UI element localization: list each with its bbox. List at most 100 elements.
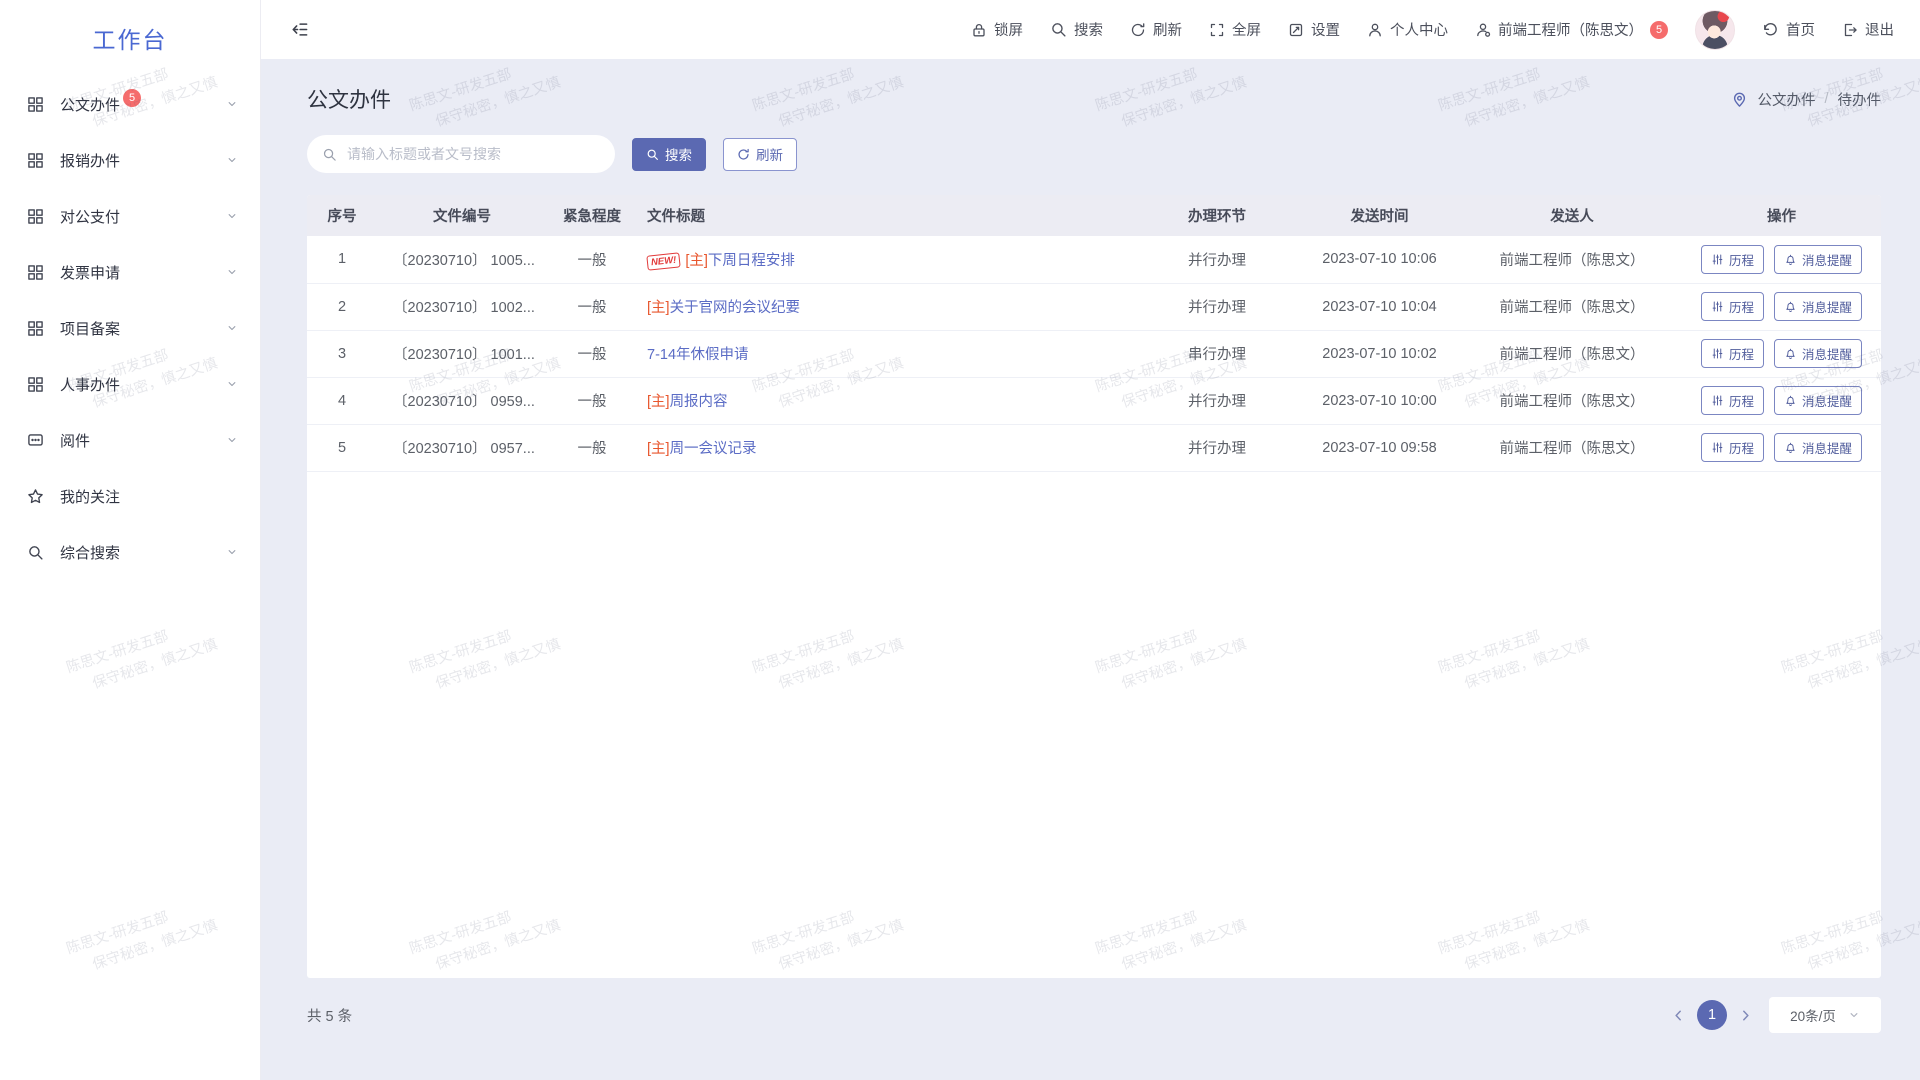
- topbar-refresh[interactable]: 刷新: [1130, 19, 1182, 40]
- bell-icon: [1784, 441, 1797, 454]
- cell-actions: 历程消息提醒: [1682, 377, 1881, 424]
- sidebar-item-label: 报销办件: [60, 150, 120, 171]
- cell-send-time: 2023-07-10 10:04: [1297, 283, 1462, 330]
- bell-icon: [1784, 394, 1797, 407]
- grid-icon: [27, 95, 45, 113]
- document-title-link[interactable]: 周报内容: [670, 394, 728, 410]
- topbar-profile[interactable]: 个人中心: [1367, 19, 1448, 40]
- sliders-icon: [1711, 300, 1724, 313]
- sidebar-item-9[interactable]: 综合搜索: [0, 524, 260, 580]
- notify-button[interactable]: 消息提醒: [1774, 292, 1862, 321]
- undo-arrow-icon: [1762, 21, 1779, 38]
- search-icon: [322, 147, 337, 162]
- topbar-search-label: 搜索: [1074, 19, 1103, 40]
- cell-title: [主]关于官网的会议纪要: [637, 283, 1137, 330]
- sidebar-item-label: 阅件: [60, 430, 90, 451]
- cell-file-no: 〔20230710〕 1002...: [377, 283, 547, 330]
- cell-index: 4: [307, 377, 377, 424]
- column-header: 操作: [1682, 195, 1881, 236]
- grid-icon: [27, 207, 45, 225]
- document-title-link[interactable]: 7-14年休假申请: [647, 347, 749, 363]
- column-header: 办理环节: [1137, 195, 1297, 236]
- column-header: 文件标题: [637, 195, 1137, 236]
- history-button[interactable]: 历程: [1701, 386, 1764, 415]
- main-doc-tag: [主]: [685, 253, 708, 269]
- topbar-fullscreen-label: 全屏: [1232, 19, 1261, 40]
- history-button[interactable]: 历程: [1701, 245, 1764, 274]
- cell-actions: 历程 消息提醒: [1682, 236, 1881, 283]
- topbar-search[interactable]: 搜索: [1050, 19, 1103, 40]
- main-column: 锁屏搜索刷新全屏设置个人中心前端工程师（陈思文）5首页退出 公文办件 公文办件 …: [261, 0, 1920, 1080]
- sidebar-nav: 公文办件5 报销办件对公支付发票申请项目备案人事办件阅件我的关注综合搜索: [0, 76, 260, 580]
- cell-file-no: 〔20230710〕 1001...: [377, 330, 547, 377]
- cell-title: [主]周一会议记录: [637, 424, 1137, 471]
- topbar-fullscreen[interactable]: 全屏: [1209, 19, 1261, 40]
- edit-square-icon: [1288, 22, 1304, 38]
- sliders-icon: [1711, 441, 1724, 454]
- collapse-sidebar-icon[interactable]: [290, 20, 309, 39]
- column-header: 紧急程度: [547, 195, 637, 236]
- sidebar-item-6[interactable]: 人事办件: [0, 356, 260, 412]
- document-title-link[interactable]: 关于官网的会议纪要: [670, 300, 801, 316]
- topbar-current-user[interactable]: 前端工程师（陈思文）5: [1475, 19, 1668, 40]
- table-row: 5〔20230710〕 0957...一般[主]周一会议记录并行办理2023-0…: [307, 424, 1881, 471]
- search-button[interactable]: 搜索: [632, 138, 706, 171]
- table-row: 2〔20230710〕 1002...一般[主]关于官网的会议纪要并行办理202…: [307, 283, 1881, 330]
- history-button[interactable]: 历程: [1701, 433, 1764, 462]
- sidebar-item-1[interactable]: 公文办件5: [0, 76, 260, 132]
- page-size-select[interactable]: 20条/页: [1769, 997, 1881, 1033]
- sidebar-item-4[interactable]: 发票申请: [0, 244, 260, 300]
- topbar-logout[interactable]: 退出: [1842, 19, 1894, 40]
- history-button-label: 历程: [1729, 297, 1754, 316]
- sidebar-item-5[interactable]: 项目备案: [0, 300, 260, 356]
- page-number[interactable]: 1: [1697, 1000, 1727, 1030]
- main-doc-tag: [主]: [647, 300, 670, 316]
- cell-index: 1: [307, 236, 377, 283]
- cell-send-time: 2023-07-10 10:02: [1297, 330, 1462, 377]
- sliders-icon: [1711, 253, 1724, 266]
- sidebar-item-7[interactable]: 阅件: [0, 412, 260, 468]
- app-root: 工作台 公文办件5报销办件对公支付发票申请项目备案人事办件阅件我的关注综合搜索 …: [0, 0, 1920, 1080]
- sidebar-item-3[interactable]: 对公支付: [0, 188, 260, 244]
- notify-button[interactable]: 消息提醒: [1774, 339, 1862, 368]
- total-count: 共 5 条: [307, 1005, 352, 1026]
- refresh-icon: [1130, 22, 1146, 38]
- cell-step: 串行办理: [1137, 330, 1297, 377]
- topbar-settings[interactable]: 设置: [1288, 19, 1340, 40]
- column-header: 序号: [307, 195, 377, 236]
- document-title-link[interactable]: 下周日程安排: [708, 253, 795, 269]
- sliders-icon: [1711, 347, 1724, 360]
- user-avatar[interactable]: [1695, 10, 1735, 50]
- logout-icon: [1842, 22, 1858, 38]
- notify-button[interactable]: 消息提醒: [1774, 245, 1862, 274]
- notify-button[interactable]: 消息提醒: [1774, 433, 1862, 462]
- breadcrumb-separator: /: [1824, 91, 1828, 107]
- sidebar-item-label: 公文办件: [60, 94, 120, 115]
- notify-button-label: 消息提醒: [1802, 438, 1852, 457]
- lock-icon: [971, 22, 987, 38]
- notify-button[interactable]: 消息提醒: [1774, 386, 1862, 415]
- notify-button-label: 消息提醒: [1802, 344, 1852, 363]
- topbar-lock-screen[interactable]: 锁屏: [971, 19, 1023, 40]
- bell-icon: [1784, 253, 1797, 266]
- breadcrumb-root[interactable]: 公文办件: [1757, 89, 1815, 110]
- grid-icon: [27, 319, 45, 337]
- page-title: 公文办件: [307, 84, 391, 114]
- refresh-button[interactable]: 刷新: [723, 138, 797, 171]
- prev-page-icon[interactable]: [1671, 1008, 1686, 1023]
- search-input[interactable]: [345, 145, 600, 163]
- next-page-icon[interactable]: [1738, 1008, 1753, 1023]
- sidebar-item-8[interactable]: 我的关注: [0, 468, 260, 524]
- history-button[interactable]: 历程: [1701, 339, 1764, 368]
- notify-button-label: 消息提醒: [1802, 250, 1852, 269]
- history-button[interactable]: 历程: [1701, 292, 1764, 321]
- topbar-settings-label: 设置: [1311, 19, 1340, 40]
- chevron-down-icon: [226, 322, 238, 334]
- cell-step: 并行办理: [1137, 424, 1297, 471]
- sidebar-item-2[interactable]: 报销办件: [0, 132, 260, 188]
- main-doc-tag: [主]: [647, 441, 670, 457]
- document-title-link[interactable]: 周一会议记录: [670, 441, 757, 457]
- table-row: 1〔20230710〕 1005...一般NEW![主]下周日程安排并行办理20…: [307, 236, 1881, 283]
- notify-button-label: 消息提醒: [1802, 297, 1852, 316]
- topbar-home[interactable]: 首页: [1762, 19, 1815, 40]
